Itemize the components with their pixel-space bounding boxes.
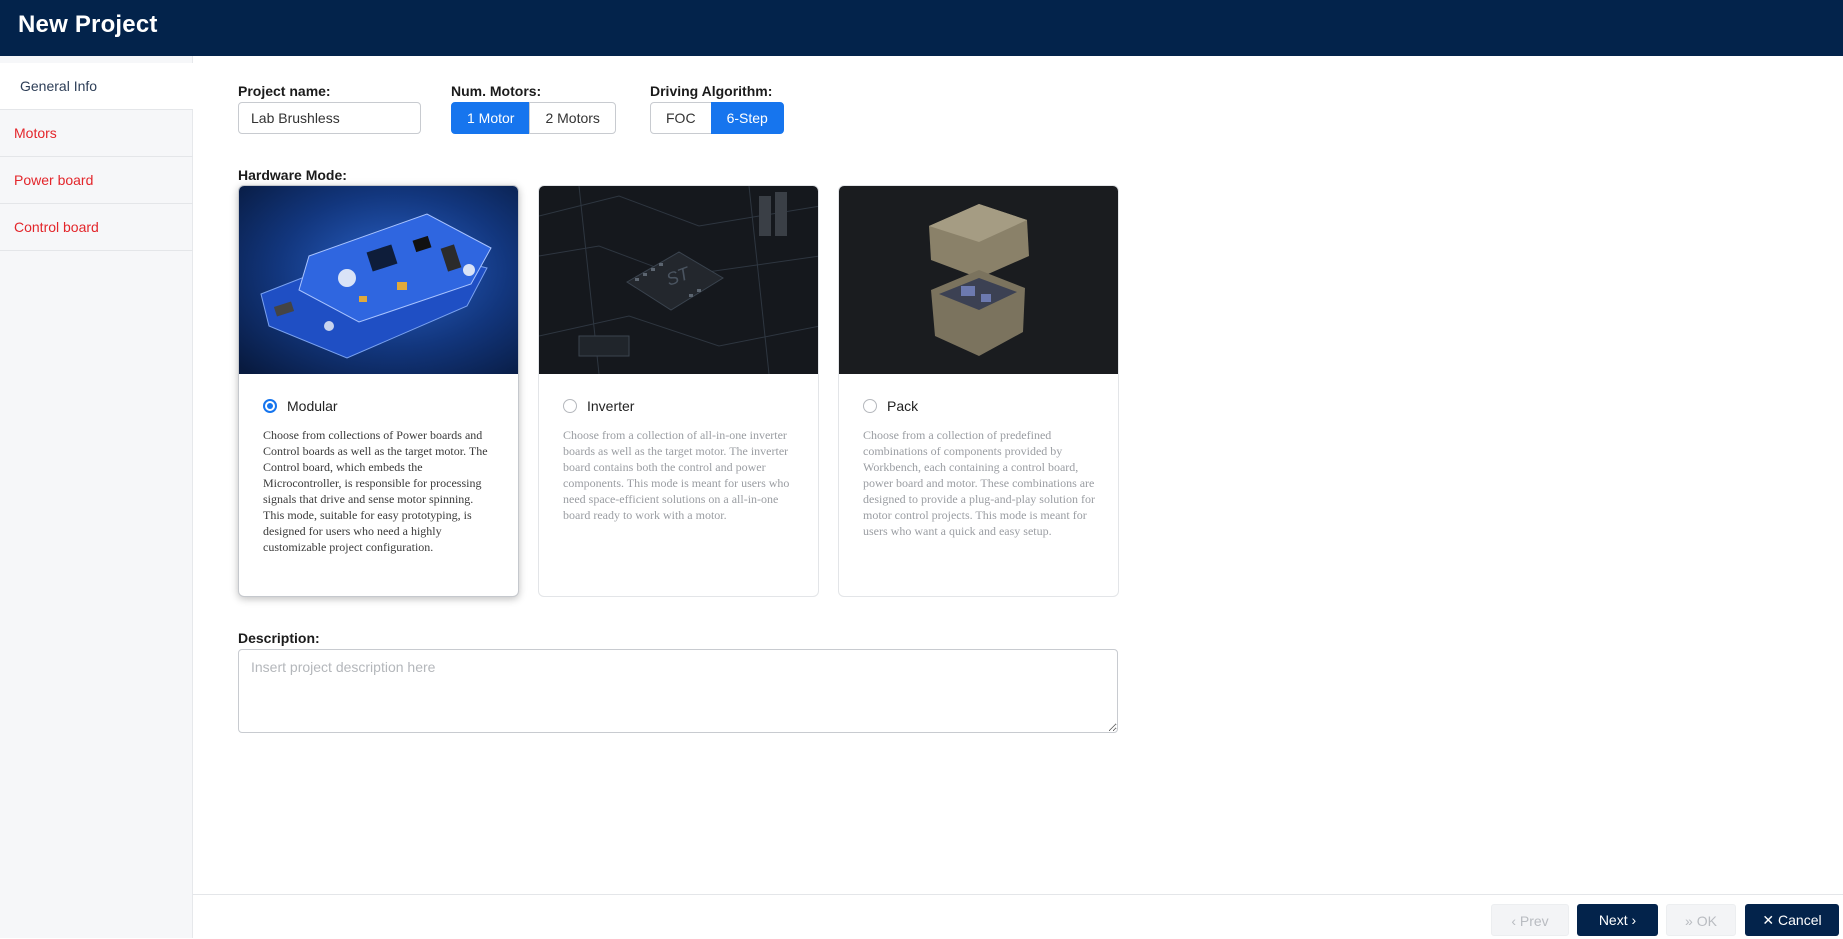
next-button[interactable]: Next ›: [1577, 904, 1658, 936]
driving-algorithm-label: Driving Algorithm:: [650, 83, 773, 99]
inverter-mode-description: Choose from a collection of all-in-one i…: [563, 428, 790, 522]
ok-button[interactable]: » OK: [1666, 904, 1736, 936]
app-header: New Project: [0, 0, 1843, 56]
num-motors-toggle: 1 Motor 2 Motors: [451, 102, 616, 134]
page-title: New Project: [18, 11, 158, 38]
project-name-label: Project name:: [238, 83, 331, 99]
inverter-board-image: ST: [539, 186, 818, 374]
hardware-mode-card-pack[interactable]: Pack Choose from a collection of predefi…: [838, 185, 1119, 597]
pack-radio[interactable]: [863, 399, 877, 413]
modular-board-image: [239, 186, 518, 374]
ok-label: OK: [1696, 913, 1717, 929]
next-label: Next: [1598, 912, 1628, 928]
driving-algorithm-toggle: FOC 6-Step: [650, 102, 784, 134]
option-2-motors[interactable]: 2 Motors: [529, 102, 616, 134]
modular-mode-name: Modular: [287, 398, 338, 414]
sidebar-item-power-board[interactable]: Power board: [0, 157, 193, 204]
pack-mode-description: Choose from a collection of predefined c…: [863, 428, 1095, 538]
inverter-mode-name: Inverter: [587, 398, 635, 414]
modular-radio[interactable]: [263, 399, 277, 413]
prev-label: Prev: [1519, 913, 1549, 929]
sidebar-item-motors[interactable]: Motors: [0, 110, 193, 157]
hardware-mode-card-inverter[interactable]: ST Inverter Choose from a collection of …: [538, 185, 819, 597]
option-1-motor[interactable]: 1 Motor: [451, 102, 531, 134]
option-foc[interactable]: FOC: [650, 102, 712, 134]
hardware-mode-label: Hardware Mode:: [238, 167, 347, 183]
cancel-button[interactable]: ✕ Cancel: [1745, 904, 1839, 936]
prev-button[interactable]: ‹ Prev: [1491, 904, 1569, 936]
option-6-step[interactable]: 6-Step: [710, 102, 784, 134]
pack-mode-name: Pack: [887, 398, 919, 414]
pack-kit-image: [839, 186, 1118, 374]
modular-mode-description: Choose from collections of Power boards …: [263, 428, 488, 554]
description-label: Description:: [238, 630, 320, 646]
close-icon: ✕: [1762, 912, 1775, 928]
inverter-radio[interactable]: [563, 399, 577, 413]
sidebar-item-general-info[interactable]: General Info: [0, 63, 193, 110]
project-name-input[interactable]: [238, 102, 421, 134]
description-textarea[interactable]: [238, 649, 1118, 733]
sidebar-item-control-board[interactable]: Control board: [0, 204, 193, 251]
chevron-left-icon: ‹: [1511, 913, 1516, 929]
double-chevron-right-icon: »: [1685, 913, 1693, 929]
cancel-label: Cancel: [1778, 912, 1822, 928]
hardware-mode-card-modular[interactable]: Modular Choose from collections of Power…: [238, 185, 519, 597]
sidebar: General Info Motors Power board Control …: [0, 56, 193, 938]
chevron-right-icon: ›: [1631, 912, 1637, 928]
num-motors-label: Num. Motors:: [451, 83, 542, 99]
